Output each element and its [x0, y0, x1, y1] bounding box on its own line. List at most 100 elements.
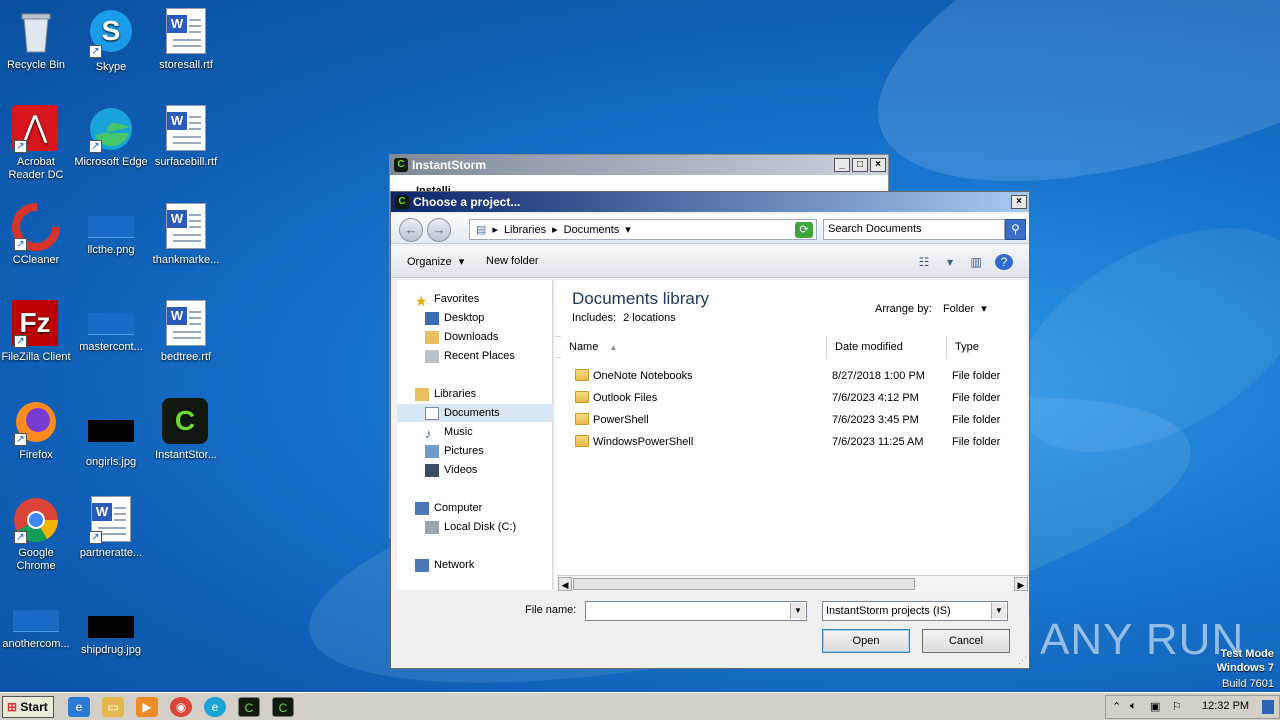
- action-center-flag-icon[interactable]: ⚐: [1172, 700, 1182, 713]
- chevron-right-icon: ▸: [492, 224, 498, 236]
- desktop-icon-bedtree[interactable]: W bedtree.rtf: [148, 300, 224, 364]
- volume-icon[interactable]: 🔈︎: [1130, 700, 1137, 713]
- chrome-taskbar-icon[interactable]: ◉: [170, 697, 192, 717]
- chevron-down-icon[interactable]: ▼: [790, 603, 805, 619]
- table-row[interactable]: Outlook Files 7/6/2023 4:12 PM File fold…: [555, 388, 1027, 410]
- desktop-icon-firefox[interactable]: ↗ Firefox: [0, 398, 74, 462]
- open-button[interactable]: Open: [822, 629, 910, 653]
- table-row[interactable]: WindowsPowerShell 7/6/2023 11:25 AM File…: [555, 432, 1027, 454]
- nav-label: Documents: [444, 407, 500, 419]
- nav-documents[interactable]: Documents: [397, 404, 553, 422]
- breadcrumb-libraries[interactable]: Libraries: [504, 224, 546, 236]
- nav-downloads[interactable]: Downloads: [425, 328, 498, 346]
- desktop-icon-llcthe[interactable]: llcthe.png: [73, 210, 149, 257]
- clock[interactable]: 12:32 PM: [1202, 700, 1249, 712]
- refresh-button[interactable]: ⟳: [795, 222, 813, 238]
- desktop-icon-partneratte[interactable]: W ↗ partneratte...: [73, 496, 149, 560]
- choose-project-dialog[interactable]: C Choose a project... × ← → ▤ ▸ Librarie…: [390, 191, 1030, 669]
- nav-music[interactable]: ♪ Music: [425, 423, 473, 441]
- nav-libraries[interactable]: Libraries: [415, 385, 476, 403]
- shortcut-arrow-icon: ↗: [89, 531, 102, 544]
- desktop-icon-instantstorm[interactable]: C InstantStor...: [148, 398, 224, 462]
- desktop-icon-thankmarke[interactable]: W thankmarke...: [148, 203, 224, 267]
- navigation-pane: ★ Favorites Desktop Downloads Recent Pla…: [397, 280, 553, 590]
- nav-videos[interactable]: Videos: [425, 461, 477, 479]
- dialog-title: Choose a project...: [413, 195, 521, 209]
- folder-icon: [575, 435, 589, 447]
- file-name-input[interactable]: ▼: [585, 601, 807, 621]
- instantstorm-titlebar[interactable]: C InstantStorm _ □ ×: [390, 155, 888, 175]
- back-button[interactable]: ←: [399, 218, 423, 242]
- help-icon[interactable]: ?: [995, 254, 1013, 270]
- organize-button[interactable]: Organize ▾: [407, 255, 464, 268]
- new-folder-button[interactable]: New folder: [486, 255, 539, 267]
- ie-taskbar-icon[interactable]: e: [68, 697, 90, 717]
- arrange-by-dropdown[interactable]: Folder: [943, 303, 974, 315]
- nav-computer[interactable]: Computer: [415, 499, 482, 517]
- nav-favorites[interactable]: ★ Favorites: [415, 290, 479, 309]
- instantstorm-taskbar-icon[interactable]: C: [238, 697, 260, 717]
- edge-taskbar-icon[interactable]: e: [204, 697, 226, 717]
- search-icon[interactable]: ⚲: [1005, 219, 1026, 240]
- desktop-icon-chrome[interactable]: ↗ Google Chrome: [0, 496, 74, 573]
- instantstorm-taskbar-icon[interactable]: C: [272, 697, 294, 717]
- desktop-icon-label: Acrobat Reader DC: [8, 156, 64, 181]
- scroll-left-icon[interactable]: ◀: [558, 577, 572, 591]
- nav-desktop[interactable]: Desktop: [425, 309, 484, 327]
- desktop-icon-surfacebill[interactable]: W surfacebill.rtf: [148, 105, 224, 169]
- desktop-icon-mastercont[interactable]: mastercont...: [73, 307, 149, 354]
- chevron-down-icon[interactable]: ▾: [625, 223, 631, 236]
- desktop-icon-ccleaner[interactable]: ↗ CCleaner: [0, 203, 74, 267]
- column-header-date[interactable]: Date modified: [827, 336, 947, 358]
- desktop-icon-shipdrug[interactable]: shipdrug.jpg: [73, 604, 149, 657]
- tray-expand-icon[interactable]: ⌃: [1112, 700, 1121, 713]
- column-header-type[interactable]: Type: [947, 336, 1027, 358]
- desktop-icon-filezilla[interactable]: Fz ↗ FileZilla Client: [0, 300, 74, 364]
- desktop-icon-storesall[interactable]: W storesall.rtf: [148, 8, 224, 72]
- forward-button[interactable]: →: [427, 218, 451, 242]
- file-type-filter[interactable]: InstantStorm projects (IS) ▼: [822, 601, 1008, 621]
- explorer-taskbar-icon[interactable]: ▭: [102, 697, 124, 717]
- shortcut-arrow-icon: ↗: [14, 433, 27, 446]
- includes-locations-link[interactable]: 2 locations: [623, 312, 676, 324]
- chevron-down-icon[interactable]: ▾: [941, 254, 959, 270]
- show-desktop-button[interactable]: [1262, 700, 1274, 714]
- minimize-button[interactable]: _: [834, 158, 850, 172]
- column-header-name[interactable]: Name ▲: [561, 336, 827, 358]
- table-row[interactable]: PowerShell 7/6/2023 3:45 PM File folder: [555, 410, 1027, 432]
- windows-logo-icon: ⊞: [7, 700, 18, 714]
- media-player-taskbar-icon[interactable]: ▶: [136, 697, 158, 717]
- close-button[interactable]: ×: [1011, 195, 1027, 209]
- chevron-down-icon[interactable]: ▾: [981, 303, 987, 315]
- nav-label: Downloads: [444, 331, 499, 343]
- scroll-right-icon[interactable]: ▶: [1014, 577, 1028, 591]
- resize-grip-icon[interactable]: ⋰: [1018, 655, 1027, 666]
- nav-local-disk[interactable]: Local Disk (C:): [425, 518, 516, 536]
- desktop-icon-skype[interactable]: S ↗ Skype: [73, 8, 149, 74]
- dialog-titlebar[interactable]: C Choose a project... ×: [391, 192, 1029, 212]
- nav-network[interactable]: Network: [415, 556, 474, 574]
- desktop-icon-recycle-bin[interactable]: Recycle Bin: [0, 8, 74, 72]
- table-row[interactable]: OneNote Notebooks 8/27/2018 1:00 PM File…: [555, 366, 1027, 388]
- maximize-button[interactable]: □: [852, 158, 868, 172]
- desktop-icon-ongirls[interactable]: ongirls.jpg: [73, 406, 149, 469]
- search-input[interactable]: Search Documents: [823, 219, 1005, 240]
- close-button[interactable]: ×: [870, 158, 886, 172]
- chevron-down-icon[interactable]: ▼: [991, 603, 1006, 619]
- horizontal-scrollbar[interactable]: ◀ ▶: [557, 575, 1029, 591]
- file-date: 7/6/2023 11:25 AM: [832, 436, 924, 448]
- desktop-icon-edge[interactable]: ↗ Microsoft Edge: [73, 105, 149, 169]
- nav-recent-places[interactable]: Recent Places: [425, 347, 515, 365]
- preview-pane-icon[interactable]: ▥: [967, 254, 985, 270]
- view-options-icon[interactable]: ☷: [915, 254, 933, 270]
- breadcrumb[interactable]: ▤ ▸ Libraries ▸ Documents ▾ ▾: [469, 219, 817, 240]
- cancel-button[interactable]: Cancel: [922, 629, 1010, 653]
- scrollbar-thumb[interactable]: [573, 578, 915, 590]
- includes-label: Includes:: [572, 312, 617, 324]
- desktop-icon-anothercom[interactable]: anothercom...: [0, 604, 74, 651]
- network-tray-icon[interactable]: ▣: [1150, 700, 1160, 713]
- nav-pictures[interactable]: Pictures: [425, 442, 484, 460]
- desktop-icon-acrobat[interactable]: ⋀ ↗ Acrobat Reader DC: [0, 105, 74, 182]
- start-button[interactable]: ⊞ Start: [2, 696, 54, 718]
- breadcrumb-documents[interactable]: Documents: [564, 224, 620, 236]
